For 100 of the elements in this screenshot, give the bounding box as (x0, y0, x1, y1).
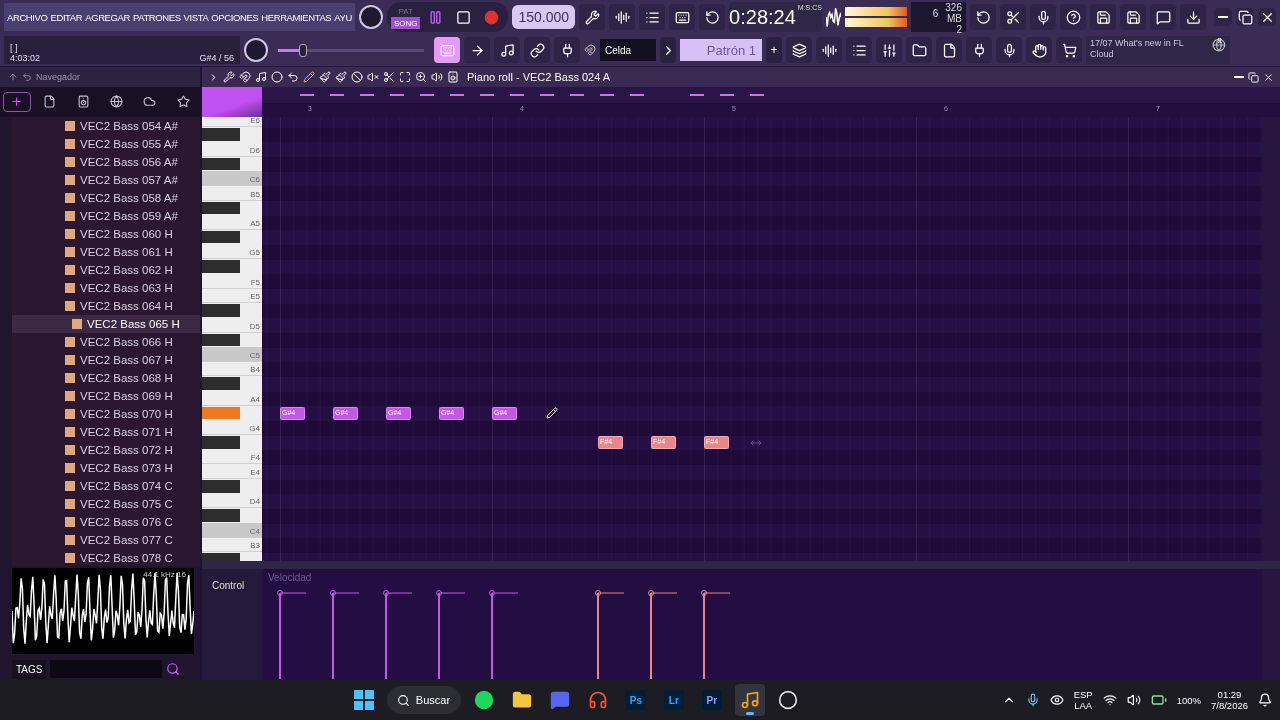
menu-item[interactable]: OPCIONES (211, 11, 259, 23)
cut-button[interactable] (1000, 4, 1026, 31)
channel-rack-button[interactable] (846, 37, 872, 64)
browser-item[interactable]: VEC2 Bass 054 A# (12, 116, 200, 135)
menu-item[interactable]: PATRONES (132, 11, 181, 23)
plugin-button[interactable] (966, 37, 992, 64)
song-mode-button[interactable]: SONG (390, 17, 421, 30)
browser-item[interactable]: VEC2 Bass 078 C (12, 548, 200, 567)
slice-icon (383, 71, 395, 83)
sample-info: 44.1 kHz 16 (143, 570, 186, 580)
browser-button[interactable] (906, 37, 932, 64)
language-text[interactable]: ESP (1073, 689, 1093, 700)
sharp-key[interactable] (202, 333, 240, 346)
chat-button[interactable] (1150, 4, 1176, 31)
browser-item[interactable]: VEC2 Bass 059 A# (12, 206, 200, 225)
record-audio-button[interactable] (1030, 4, 1056, 31)
taskbar-app[interactable] (734, 684, 765, 716)
app-logo: Lr (663, 690, 684, 710)
keyboard-icon (674, 9, 690, 25)
minimize-button[interactable] (1214, 8, 1232, 27)
search-button[interactable]: Buscar (386, 686, 461, 714)
browser-item[interactable]: VEC2 Bass 077 C (12, 530, 200, 549)
piano-roll-button[interactable] (434, 37, 460, 64)
tempo-display[interactable]: 150.000 (512, 5, 576, 30)
browser-item[interactable]: VEC2 Bass 071 H (12, 422, 200, 441)
menu-item[interactable]: AGREGAR (85, 11, 130, 23)
menu-item[interactable]: HERRAMIENTAS (261, 11, 332, 23)
taskbar-app[interactable]: Lr (658, 684, 689, 716)
browser-item[interactable]: VEC2 Bass 070 H (12, 404, 200, 423)
battery-icon (1150, 692, 1167, 708)
pattern-menu-button[interactable] (660, 37, 676, 64)
browser-item[interactable]: VEC2 Bass 057 A# (12, 170, 200, 189)
menu-item[interactable]: AYU (334, 11, 352, 23)
volume-icon (1126, 693, 1141, 707)
sample-icon (72, 318, 82, 329)
clock-date[interactable]: 7/8/2026 (1211, 700, 1248, 711)
loop-button[interactable] (699, 4, 726, 31)
sharp-key[interactable] (202, 201, 240, 215)
project-button[interactable] (936, 37, 962, 64)
add-pattern-button[interactable]: + (766, 37, 782, 64)
browser-item[interactable]: VEC2 Bass 073 H (12, 458, 200, 477)
touch-button[interactable] (1026, 37, 1052, 64)
tool-corner (202, 87, 262, 117)
windows-icon (353, 690, 374, 710)
sample-icon (65, 534, 75, 545)
snap-dropdown[interactable]: Celda (600, 39, 656, 62)
tags-field[interactable] (50, 660, 163, 678)
link-button[interactable] (524, 37, 550, 64)
playlist-button[interactable] (786, 37, 812, 64)
mixer-button[interactable] (876, 37, 902, 64)
news-panel[interactable]: 17/07 What's new in FL Cloud 2 (1086, 36, 1230, 65)
sharp-key[interactable] (202, 230, 240, 244)
help-button[interactable] (1060, 4, 1086, 31)
browser-item[interactable]: VEC2 Bass 056 A# (12, 152, 200, 171)
pitch-knob[interactable] (244, 38, 268, 63)
back-icon (22, 72, 32, 82)
browser-item[interactable]: VEC2 Bass 068 H (12, 368, 200, 387)
browser-item[interactable]: VEC2 Bass 063 H (12, 278, 200, 297)
browser-item[interactable]: VEC2 Bass 062 H (12, 260, 200, 279)
download-button[interactable] (1180, 4, 1206, 31)
browser-item[interactable]: VEC2 Bass 075 C (12, 494, 200, 513)
menu-item[interactable]: EDITAR (50, 11, 83, 23)
browser-item[interactable]: VEC2 Bass 066 H (12, 332, 200, 351)
browser-item[interactable]: VEC2 Bass 055 A# (12, 134, 200, 153)
taskbar-app[interactable]: Pr (696, 684, 727, 716)
browser-item[interactable]: VEC2 Bass 072 H (12, 440, 200, 459)
browser-item[interactable]: VEC2 Bass 076 C (12, 512, 200, 531)
browser-item[interactable]: VEC2 Bass 064 H (12, 296, 200, 315)
clock-time[interactable]: 01:29 (1217, 689, 1242, 700)
browser-item[interactable]: VEC2 Bass 067 H (12, 350, 200, 369)
restore-button[interactable] (1236, 8, 1254, 27)
save-button[interactable] (1090, 4, 1116, 31)
menu-item[interactable]: VISTA (183, 11, 209, 23)
sample-icon (65, 372, 75, 383)
language-text[interactable]: LAA (1074, 700, 1093, 711)
control-label[interactable]: Control (212, 580, 245, 591)
shop-button[interactable] (1056, 37, 1082, 64)
browser-tab[interactable] (2, 91, 31, 112)
browser-item[interactable]: VEC2 Bass 074 C (12, 476, 200, 495)
record-icon (484, 9, 499, 25)
browser-item[interactable]: VEC2 Bass 061 H (12, 242, 200, 261)
browser-item[interactable]: VEC2 Bass 058 A# (12, 188, 200, 207)
taskbar-app[interactable]: Ps (620, 684, 651, 716)
arrow-button[interactable] (464, 37, 490, 64)
pattern-selector[interactable]: Patrón 1 (680, 39, 762, 62)
key-label: C5 (249, 350, 260, 361)
slider-thumb[interactable] (298, 43, 307, 57)
browser-item[interactable]: VEC2 Bass 065 H (12, 314, 200, 333)
menu-item[interactable]: ARCHIVO (7, 11, 48, 23)
sharp-key[interactable] (202, 157, 240, 171)
volume-knob[interactable] (358, 5, 383, 30)
restore-icon (1237, 9, 1253, 25)
undo-button[interactable] (970, 4, 996, 31)
browser-item[interactable]: VEC2 Bass 060 H (12, 224, 200, 243)
cart-icon (1061, 42, 1077, 58)
record-mic-button[interactable] (996, 37, 1022, 64)
save-version-button[interactable] (1120, 4, 1146, 31)
browser-item[interactable]: VEC2 Bass 069 H (12, 386, 200, 405)
close-button[interactable] (1258, 8, 1276, 27)
steps-icon (821, 42, 837, 58)
